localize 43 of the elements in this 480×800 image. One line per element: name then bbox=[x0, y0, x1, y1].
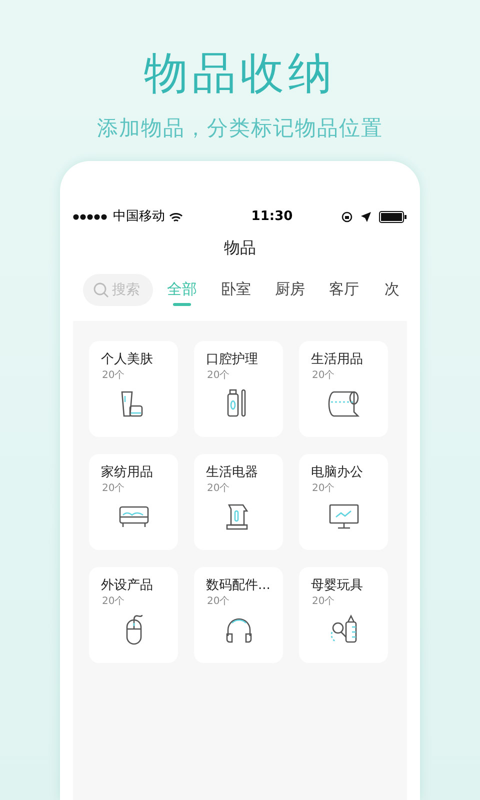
subtitle: 添加物品，分类标记物品位置 bbox=[97, 115, 383, 142]
item-count: 20个 bbox=[207, 482, 231, 495]
item-count: 20个 bbox=[312, 482, 336, 495]
item-count: 20个 bbox=[207, 595, 231, 608]
category-card[interactable]: 口腔护理 20个 bbox=[194, 341, 283, 437]
category-card[interactable]: 个人美肤 20个 bbox=[89, 341, 178, 437]
category-tab[interactable]: 厨房 bbox=[275, 274, 305, 306]
item-count: 20个 bbox=[102, 595, 126, 608]
category-name: 家纺用品 bbox=[101, 464, 154, 482]
location-arrow-icon bbox=[360, 212, 371, 222]
headline: 物品收纳 bbox=[144, 47, 336, 101]
category-card[interactable]: 家纺用品 20个 bbox=[89, 454, 178, 550]
category-tab[interactable]: 客厅 bbox=[329, 274, 359, 306]
item-count: 20个 bbox=[102, 482, 126, 495]
category-card[interactable]: 母婴玩具 20个 bbox=[299, 567, 388, 663]
item-count: 20个 bbox=[312, 369, 336, 382]
category-tab[interactable]: 次 bbox=[383, 274, 401, 306]
category-name: 口腔护理 bbox=[206, 351, 259, 369]
category-name: 母婴玩具 bbox=[311, 577, 364, 595]
category-tab[interactable]: 卧室 bbox=[221, 274, 251, 306]
category-name: 外设产品 bbox=[101, 577, 154, 595]
category-name: 个人美肤 bbox=[101, 351, 154, 369]
carrier-name: 中国移动 bbox=[113, 208, 165, 226]
category-name: 生活电器 bbox=[206, 464, 259, 482]
signal-icon bbox=[73, 214, 109, 220]
rotation-lock-icon bbox=[340, 211, 353, 223]
clock-time: 11:30 bbox=[251, 208, 293, 226]
category-name: 电脑办公 bbox=[311, 464, 364, 482]
wifi-icon bbox=[169, 212, 183, 222]
item-count: 20个 bbox=[207, 369, 231, 382]
category-card[interactable]: 电脑办公 20个 bbox=[299, 454, 388, 550]
item-count: 20个 bbox=[102, 369, 126, 382]
battery-icon bbox=[378, 211, 407, 223]
category-card[interactable]: 外设产品 20个 bbox=[89, 567, 178, 663]
category-name: 生活用品 bbox=[311, 351, 364, 369]
page-title: 物品 bbox=[224, 237, 256, 259]
category-card[interactable]: 生活用品 20个 bbox=[299, 341, 388, 437]
item-count: 20个 bbox=[312, 595, 336, 608]
category-card[interactable]: 数码配件... 20个 bbox=[194, 567, 283, 663]
search-icon bbox=[93, 282, 109, 298]
search-field[interactable]: 搜索 bbox=[83, 274, 153, 306]
category-card[interactable]: 生活电器 20个 bbox=[194, 454, 283, 550]
category-name: 数码配件... bbox=[206, 577, 272, 595]
